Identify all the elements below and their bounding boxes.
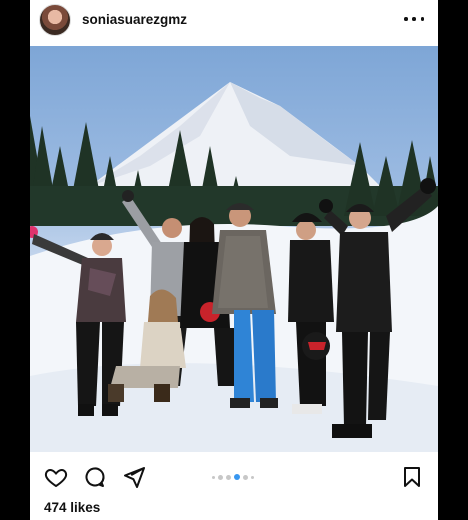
bookmark-icon[interactable] (400, 465, 424, 489)
like-count[interactable]: 474 likes (44, 500, 100, 515)
post-header: soniasuarezgmz (30, 0, 438, 44)
carousel-dot (218, 474, 223, 480)
username[interactable]: soniasuarezgmz (82, 12, 187, 27)
carousel-dot (212, 475, 215, 479)
comment-icon[interactable] (83, 465, 107, 489)
avatar[interactable] (39, 4, 71, 36)
carousel-dot (251, 475, 254, 479)
carousel-dot (226, 474, 231, 480)
carousel-dot-active (234, 474, 240, 480)
heart-icon[interactable] (44, 465, 68, 489)
paper-plane-icon[interactable] (122, 465, 146, 489)
post-photo[interactable] (30, 46, 438, 452)
carousel-indicator (212, 474, 254, 480)
carousel-dot (243, 474, 248, 480)
more-options-icon[interactable] (404, 9, 424, 29)
action-bar (30, 460, 438, 494)
instagram-post: soniasuarezgmz 474 likes (30, 0, 438, 520)
